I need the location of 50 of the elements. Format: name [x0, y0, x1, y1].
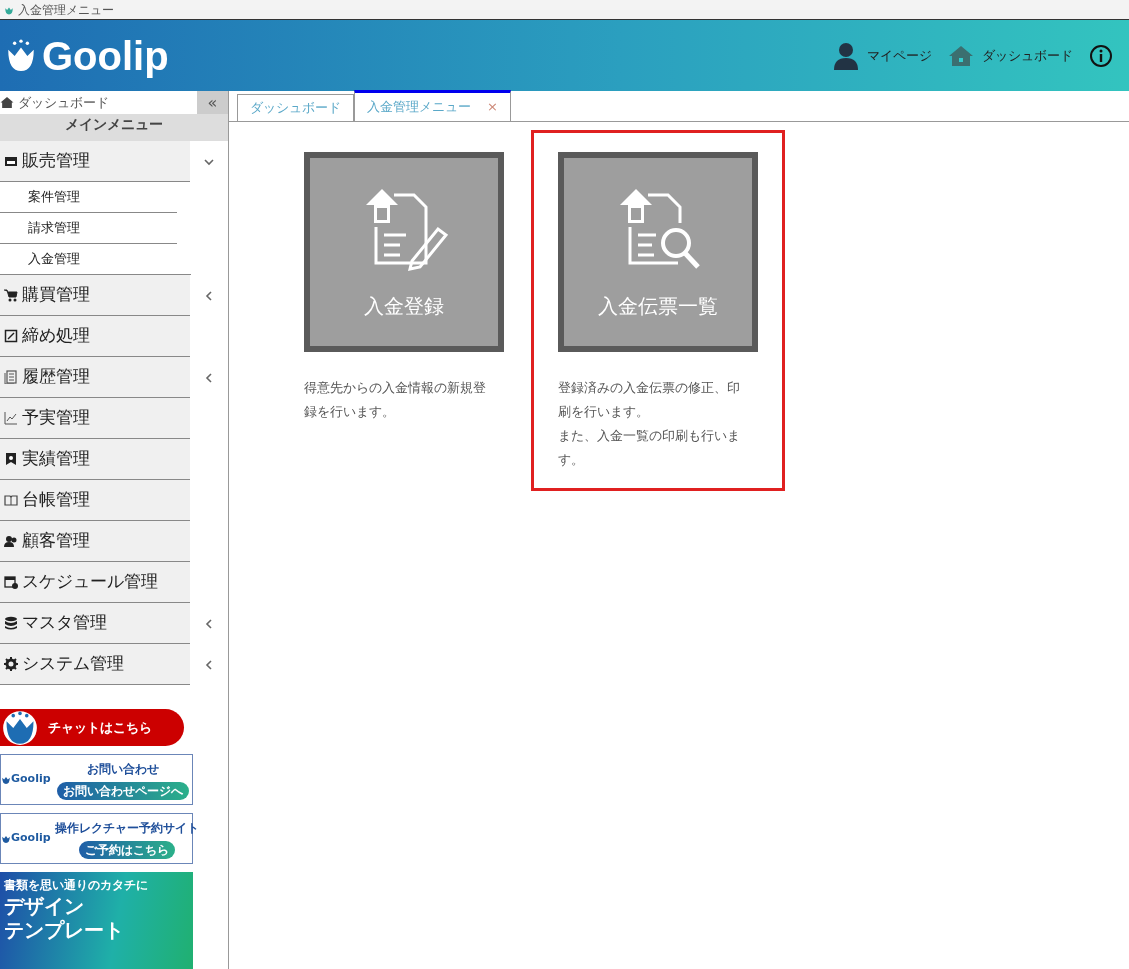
menu-item[interactable]: マスタ管理 — [0, 603, 191, 644]
user-icon — [833, 41, 859, 70]
header-link[interactable]: マイページ — [833, 41, 932, 70]
home-icon — [0, 96, 14, 109]
tile-description: 得意先からの入金情報の新規登録を行います。 — [304, 379, 487, 421]
window-title: 入金管理メニュー — [18, 1, 114, 19]
promo-headline: デザイン — [4, 894, 85, 918]
collapse-button[interactable]: « — [197, 91, 228, 114]
info-icon — [1089, 43, 1113, 68]
banner-button[interactable]: ご予約はこちら — [78, 840, 175, 859]
menu-item[interactable]: システム管理 — [0, 644, 191, 685]
promo-headline: テンプレート — [4, 918, 125, 942]
menu-icon — [4, 452, 18, 466]
banner-button[interactable]: お問い合わせページへ — [57, 781, 190, 800]
promo-tagline: 書類を思い通りのカタチに — [4, 877, 149, 894]
menu-icon — [4, 288, 18, 302]
submenu-item[interactable]: 案件管理 — [0, 182, 177, 213]
menu-icon — [4, 493, 18, 507]
menu-icon — [4, 616, 18, 630]
menu-item[interactable]: 購買管理 — [0, 275, 191, 316]
home-icon — [948, 44, 974, 67]
menu-icon — [4, 534, 18, 548]
menu-item[interactable]: スケジュール管理 — [0, 562, 191, 603]
menu-item[interactable]: 履歴管理 — [0, 357, 191, 398]
menu-icon — [4, 575, 18, 589]
menu-icon — [4, 329, 18, 343]
promo-banner[interactable]: 書類を思い通りのカタチに デザイン テンプレート — [0, 872, 193, 969]
menu-item[interactable]: 販売管理 — [0, 141, 191, 182]
logo[interactable]: Goolip — [42, 35, 169, 76]
menu-item[interactable]: 予実管理 — [0, 398, 191, 439]
menu-icon — [4, 370, 18, 384]
header-link[interactable]: ダッシュボード — [948, 44, 1073, 67]
menu-icon — [4, 154, 18, 168]
menu-item[interactable]: 台帳管理 — [0, 480, 191, 521]
banner-title: お問い合わせ — [87, 760, 160, 778]
menu-icon — [4, 411, 18, 425]
chat-button[interactable]: チャットはこちら — [0, 709, 184, 746]
menu-item[interactable]: 締め処理 — [0, 316, 191, 357]
logo: Goolip — [11, 830, 51, 847]
tulip-icon — [2, 709, 38, 746]
submenu-item[interactable]: 請求管理 — [0, 213, 177, 244]
menu-item[interactable]: 実績管理 — [0, 439, 191, 480]
menu-item[interactable]: 顧客管理 — [0, 521, 191, 562]
menu-heading: メインメニュー — [0, 114, 228, 141]
info-link[interactable] — [1089, 43, 1113, 68]
dashboard-link[interactable]: ダッシュボード — [18, 92, 109, 113]
banner-title: 操作レクチャー予約サイト — [54, 819, 199, 837]
menu-icon — [4, 657, 18, 671]
tile-description: 登録済みの入金伝票の修正、印刷を行います。 また、入金一覧の印刷も行います。 — [558, 379, 741, 469]
logo: Goolip — [11, 771, 51, 788]
